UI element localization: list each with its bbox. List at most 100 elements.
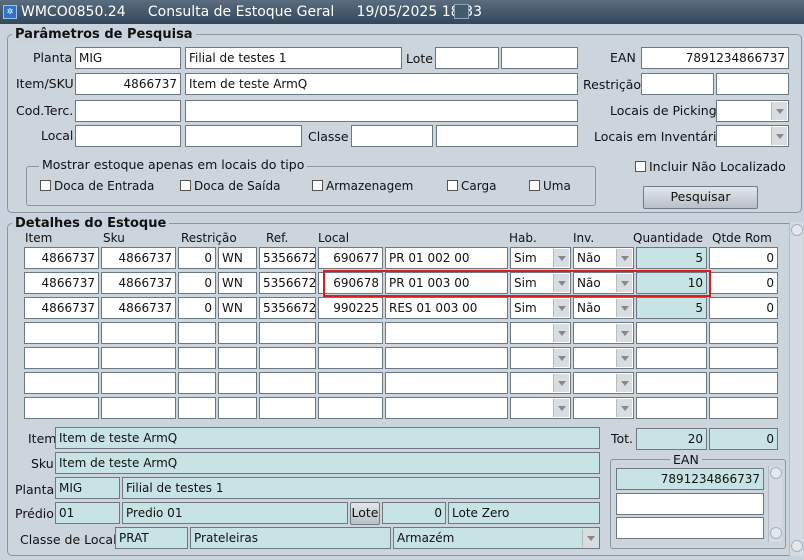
checkbox-icon[interactable] xyxy=(312,180,323,191)
lote-field[interactable] xyxy=(435,47,499,69)
classe-desc-field[interactable] xyxy=(436,125,578,147)
cell-sku[interactable] xyxy=(101,397,176,419)
cell-hab[interactable] xyxy=(510,322,571,344)
chevron-down-icon[interactable] xyxy=(616,399,632,417)
chevron-down-icon[interactable] xyxy=(616,299,632,317)
cell-sku[interactable] xyxy=(101,322,176,344)
cell-item[interactable]: 4866737 xyxy=(24,272,99,294)
cell-hab[interactable] xyxy=(510,397,571,419)
cell-local[interactable]: 990225 xyxy=(318,297,383,319)
scroll-down-icon[interactable] xyxy=(770,527,782,539)
cell-qtd[interactable] xyxy=(636,372,707,394)
cell-local[interactable]: 690677 xyxy=(318,247,383,269)
item-desc-field[interactable]: Item de teste ArmQ xyxy=(185,73,578,95)
cell-rom[interactable] xyxy=(709,347,778,369)
cell-desc[interactable] xyxy=(385,347,508,369)
chevron-down-icon[interactable] xyxy=(616,249,632,267)
cell-restr[interactable] xyxy=(178,397,216,419)
codterc-desc-field[interactable] xyxy=(185,100,578,122)
cell-rom[interactable] xyxy=(709,322,778,344)
checkbox-icon[interactable] xyxy=(180,180,191,191)
checkbox-incluir-nao-localizado[interactable]: Incluir Não Localizado xyxy=(635,159,786,174)
chevron-down-icon[interactable] xyxy=(553,299,569,317)
planta-code-field[interactable]: MIG xyxy=(75,47,181,69)
cell-item[interactable] xyxy=(24,322,99,344)
cell-restr[interactable]: 0 xyxy=(178,272,216,294)
item-sku-field[interactable]: 4866737 xyxy=(75,73,181,95)
chevron-down-icon[interactable] xyxy=(553,399,569,417)
checkbox-doca-saida[interactable]: Doca de Saída xyxy=(180,179,280,193)
checkbox-icon[interactable] xyxy=(447,180,458,191)
checkbox-icon[interactable] xyxy=(40,180,51,191)
restricao-field[interactable] xyxy=(641,73,714,95)
cell-restr[interactable] xyxy=(178,347,216,369)
cell-rom[interactable] xyxy=(709,397,778,419)
cell-ref[interactable] xyxy=(259,372,316,394)
footer-classe-type[interactable]: Armazém xyxy=(393,527,600,549)
chevron-down-icon[interactable] xyxy=(553,374,569,392)
planta-name-field[interactable]: Filial de testes 1 xyxy=(185,47,402,69)
cell-sku[interactable] xyxy=(101,347,176,369)
cell-inv[interactable] xyxy=(573,322,634,344)
cell-local[interactable] xyxy=(318,347,383,369)
local-field[interactable] xyxy=(75,125,181,147)
cell-inv[interactable]: Não xyxy=(573,297,634,319)
chevron-down-icon[interactable] xyxy=(771,127,787,145)
classe-field[interactable] xyxy=(351,125,433,147)
cell-desc[interactable] xyxy=(385,372,508,394)
scroll-down-icon[interactable] xyxy=(791,540,803,552)
local-desc-field[interactable] xyxy=(185,125,302,147)
scroll-up-icon[interactable] xyxy=(770,467,782,479)
checkbox-doca-entrada[interactable]: Doca de Entrada xyxy=(40,179,154,193)
chevron-down-icon[interactable] xyxy=(771,102,787,120)
cell-rom[interactable]: 0 xyxy=(709,247,778,269)
cell-ref[interactable] xyxy=(259,322,316,344)
cell-qtd[interactable]: 5 xyxy=(636,297,707,319)
cell-desc[interactable] xyxy=(385,322,508,344)
cell-restr[interactable] xyxy=(178,372,216,394)
cell-ref[interactable] xyxy=(259,347,316,369)
cell-hab[interactable] xyxy=(510,372,571,394)
chevron-down-icon[interactable] xyxy=(616,349,632,367)
cell-item[interactable]: 4866737 xyxy=(24,247,99,269)
cell-hab[interactable]: Sim xyxy=(510,247,571,269)
scroll-up-icon[interactable] xyxy=(791,224,803,236)
cell-item[interactable]: 4866737 xyxy=(24,297,99,319)
minimize-button[interactable] xyxy=(454,4,469,19)
cell-qtd[interactable] xyxy=(636,397,707,419)
cell-item[interactable] xyxy=(24,397,99,419)
cell-inv[interactable]: Não xyxy=(573,247,634,269)
checkbox-uma[interactable]: Uma xyxy=(529,179,571,193)
cell-sku[interactable] xyxy=(101,372,176,394)
cell-item[interactable] xyxy=(24,347,99,369)
pesquisar-button[interactable]: Pesquisar xyxy=(643,186,758,209)
cell-item[interactable] xyxy=(24,372,99,394)
cell-local[interactable] xyxy=(318,397,383,419)
cell-qtd[interactable] xyxy=(636,347,707,369)
chevron-down-icon[interactable] xyxy=(582,529,598,547)
cell-restr[interactable]: 0 xyxy=(178,247,216,269)
cell-wn[interactable]: WN xyxy=(218,247,257,269)
cell-inv[interactable] xyxy=(573,372,634,394)
cell-wn[interactable] xyxy=(218,322,257,344)
ean-field[interactable]: 7891234866737 xyxy=(641,47,789,69)
locais-picking-select[interactable] xyxy=(716,100,789,122)
cell-sku[interactable]: 4866737 xyxy=(101,272,176,294)
cell-desc[interactable]: RES 01 003 00 xyxy=(385,297,508,319)
cell-wn[interactable] xyxy=(218,347,257,369)
cell-rom[interactable]: 0 xyxy=(709,297,778,319)
checkbox-icon[interactable] xyxy=(529,180,540,191)
cell-wn[interactable]: WN xyxy=(218,272,257,294)
cell-local[interactable] xyxy=(318,372,383,394)
checkbox-armazenagem[interactable]: Armazenagem xyxy=(312,179,413,193)
cell-desc[interactable] xyxy=(385,397,508,419)
cell-inv[interactable] xyxy=(573,347,634,369)
cell-ref[interactable]: 53566721 xyxy=(259,247,316,269)
restricao-desc-field[interactable] xyxy=(716,73,789,95)
checkbox-carga[interactable]: Carga xyxy=(447,179,496,193)
cell-ref[interactable] xyxy=(259,397,316,419)
chevron-down-icon[interactable] xyxy=(616,324,632,342)
chevron-down-icon[interactable] xyxy=(553,349,569,367)
cell-local[interactable] xyxy=(318,322,383,344)
cell-wn[interactable] xyxy=(218,397,257,419)
